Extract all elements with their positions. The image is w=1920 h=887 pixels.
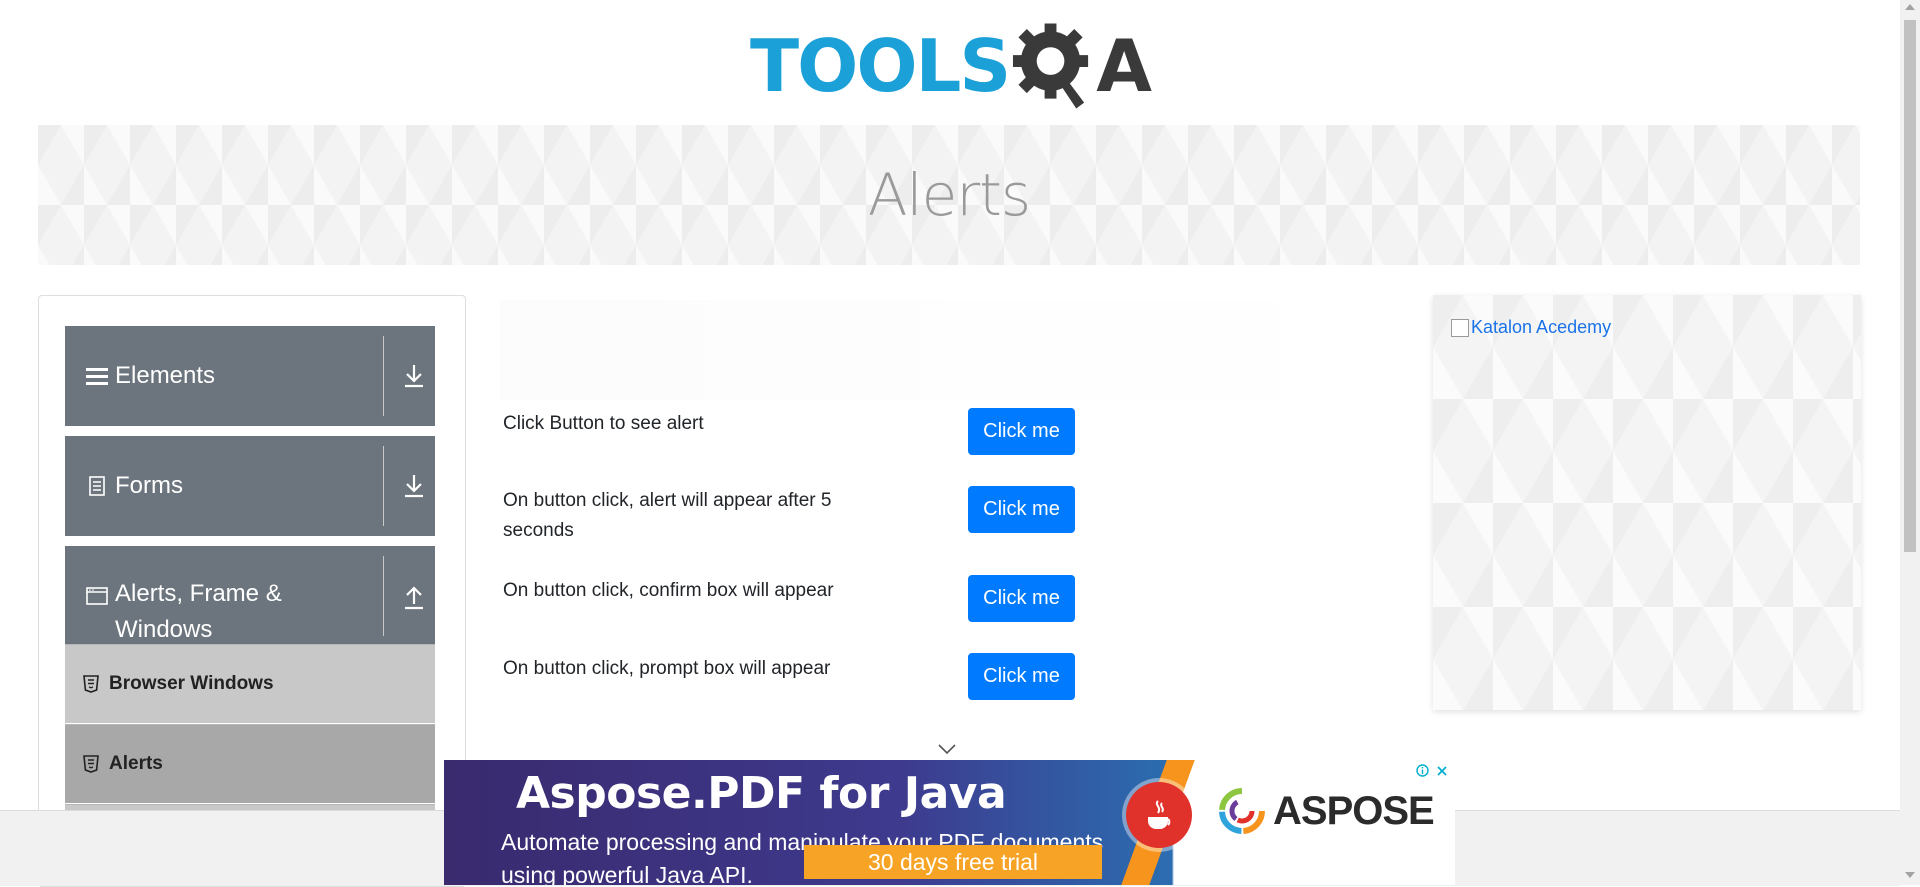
- scroll-down-arrow-icon[interactable]: [1905, 872, 1915, 878]
- sidebar-item-browser-windows[interactable]: Browser Windows: [65, 644, 435, 723]
- aspose-logo: ASPOSE: [1219, 788, 1435, 834]
- ad-cta-button[interactable]: 30 days free trial: [804, 845, 1102, 879]
- sidebar-group-label: Forms: [115, 472, 183, 499]
- vertical-scrollbar[interactable]: [1900, 0, 1920, 885]
- upload-arrow-icon[interactable]: [401, 582, 427, 610]
- broken-image-icon: [1451, 318, 1469, 337]
- hamburger-icon: [85, 364, 109, 388]
- prompt-button[interactable]: Click me: [968, 653, 1075, 700]
- prompt-row-label: On button click, prompt box will appear: [503, 658, 831, 679]
- logo-qa-text: A: [1096, 24, 1152, 108]
- katalon-ad-image[interactable]: Katalon Acedemy: [1451, 317, 1611, 338]
- java-icon: [1126, 782, 1192, 848]
- close-ad-icon[interactable]: [1433, 762, 1450, 779]
- ad-controls: [1414, 762, 1450, 779]
- logo-tools-text: TOOLS: [750, 24, 1011, 108]
- sidebar: Elements Forms Alerts, Frame & Windows B…: [38, 295, 466, 887]
- chevron-down-icon[interactable]: [937, 743, 957, 755]
- alert-button[interactable]: Click me: [968, 408, 1075, 455]
- sidebar-item-label: Browser Windows: [109, 673, 274, 694]
- html5-icon: [83, 755, 99, 773]
- sidebar-group-elements[interactable]: Elements: [65, 326, 435, 426]
- adchoices-info-icon[interactable]: [1414, 762, 1431, 779]
- sidebar-item-alerts[interactable]: Alerts: [65, 724, 435, 803]
- katalon-ad-alt-text: Katalon Acedemy: [1471, 317, 1612, 337]
- confirm-button[interactable]: Click me: [968, 575, 1075, 622]
- timer-alert-row-label: On button click, alert will appear after…: [503, 490, 832, 541]
- timer-alert-button[interactable]: Click me: [968, 486, 1075, 533]
- html5-icon: [83, 675, 99, 693]
- katalon-ad[interactable]: Katalon Acedemy: [1433, 295, 1861, 710]
- aspose-brand-text: ASPOSE: [1273, 788, 1435, 833]
- alert-row-label: Click Button to see alert: [503, 413, 704, 434]
- confirm-row-label: On button click, confirm box will appear: [503, 580, 834, 601]
- sidebar-group-forms[interactable]: Forms: [65, 436, 435, 536]
- scroll-up-arrow-icon[interactable]: [1905, 4, 1915, 10]
- sidebar-group-label: Elements: [115, 362, 216, 389]
- aspose-swirl-icon: [1219, 788, 1265, 834]
- page-title: Alerts: [867, 161, 1031, 229]
- page-banner: Alerts: [38, 125, 1860, 265]
- document-icon: [85, 474, 109, 498]
- aspose-ad-banner[interactable]: Aspose.PDF for Java Automate processing …: [444, 760, 1455, 885]
- divider: [383, 556, 384, 636]
- download-arrow-icon[interactable]: [401, 362, 427, 390]
- divider: [383, 446, 384, 526]
- toolsqa-logo[interactable]: TOOLS A: [750, 18, 1152, 114]
- ad-title: Aspose.PDF for Java: [516, 768, 1007, 819]
- window-icon: [85, 584, 109, 608]
- scrollbar-thumb[interactable]: [1904, 20, 1916, 552]
- download-arrow-icon[interactable]: [401, 472, 427, 500]
- divider: [383, 336, 384, 416]
- content-background: [500, 300, 1400, 400]
- sidebar-item-label: Alerts: [109, 753, 163, 774]
- gear-magnifier-icon: [1013, 23, 1089, 109]
- sidebar-group-label: Alerts, Frame & Windows: [115, 580, 282, 643]
- sidebar-group-alerts-frame-windows[interactable]: Alerts, Frame & Windows: [65, 546, 435, 644]
